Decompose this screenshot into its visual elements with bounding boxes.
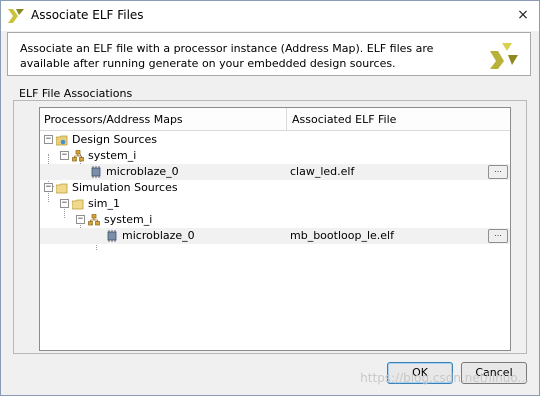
watermark-text: https://blog.csdn.net/lihuo...	[360, 371, 529, 385]
tree-item-label: system_i	[104, 213, 153, 226]
column-header-elf[interactable]: Associated ELF File	[292, 113, 396, 126]
tree-row[interactable]: − system_i	[40, 212, 510, 228]
tree-row[interactable]: − sim_1	[40, 196, 510, 212]
close-icon[interactable]: ×	[515, 7, 531, 23]
tree-item-label: sim_1	[88, 197, 121, 210]
description-text: Associate an ELF file with a processor i…	[20, 42, 434, 70]
tree-row[interactable]: − system_i	[40, 148, 510, 164]
tree-item-label: microblaze_0	[122, 229, 195, 242]
elf-association-table[interactable]: Processors/Address Maps Associated ELF F…	[39, 107, 511, 351]
browse-elf-button[interactable]: ...	[488, 229, 508, 243]
processor-icon	[107, 230, 117, 242]
tree-row[interactable]: − Design Sources	[40, 132, 510, 148]
table-header: Processors/Address Maps Associated ELF F…	[40, 108, 510, 131]
collapse-toggle-icon[interactable]: −	[44, 183, 53, 192]
elf-file-value[interactable]: mb_bootloop_le.elf	[290, 229, 394, 242]
column-header-processors[interactable]: Processors/Address Maps	[44, 113, 183, 126]
browse-elf-button[interactable]: ...	[488, 165, 508, 179]
tree-item-label: microblaze_0	[106, 165, 179, 178]
sources-folder-icon	[56, 135, 68, 146]
collapse-toggle-icon[interactable]: −	[60, 199, 69, 208]
collapse-toggle-icon[interactable]: −	[76, 215, 85, 224]
title-bar: Associate ELF Files ×	[1, 1, 539, 31]
tree-item-label: system_i	[88, 149, 137, 162]
tree-row[interactable]: microblaze_0 claw_led.elf ...	[40, 164, 510, 180]
group-label: ELF File Associations	[19, 87, 133, 100]
elf-file-value[interactable]: claw_led.elf	[290, 165, 354, 178]
tree-row[interactable]: − Simulation Sources	[40, 180, 510, 196]
vivado-logo-icon	[490, 43, 518, 69]
processor-icon	[91, 166, 101, 178]
folder-icon	[72, 199, 84, 210]
tree-item-label: Simulation Sources	[72, 181, 178, 194]
description-panel: Associate an ELF file with a processor i…	[7, 32, 531, 76]
column-divider[interactable]	[286, 108, 287, 130]
window-title: Associate ELF Files	[31, 8, 144, 22]
hierarchy-icon	[72, 150, 84, 162]
collapse-toggle-icon[interactable]: −	[60, 151, 69, 160]
hierarchy-icon	[88, 214, 100, 226]
tree-item-label: Design Sources	[72, 133, 157, 146]
xilinx-logo-icon	[8, 9, 24, 23]
tree-row[interactable]: microblaze_0 mb_bootloop_le.elf ...	[40, 228, 510, 244]
associate-elf-dialog: Associate ELF Files × Associate an ELF f…	[0, 0, 540, 396]
folder-icon	[56, 183, 68, 194]
collapse-toggle-icon[interactable]: −	[44, 135, 53, 144]
